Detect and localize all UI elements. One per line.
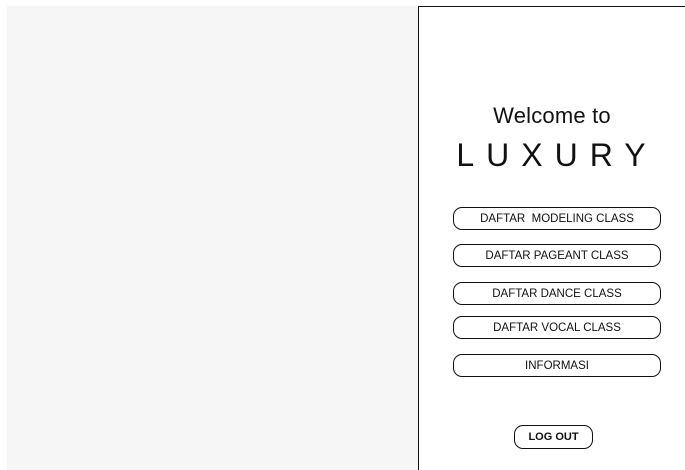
brand-title: LUXURY xyxy=(456,137,658,173)
empty-content-pane xyxy=(7,6,418,470)
welcome-heading: Welcome to xyxy=(493,103,611,128)
daftar-pageant-class-button[interactable]: DAFTAR PAGEANT CLASS xyxy=(453,244,661,267)
side-menu-panel: Welcome to LUXURY DAFTAR MODELING CLASS … xyxy=(418,6,685,470)
informasi-button[interactable]: INFORMASI xyxy=(453,354,661,377)
daftar-dance-class-button[interactable]: DAFTAR DANCE CLASS xyxy=(453,282,661,305)
daftar-vocal-class-button[interactable]: DAFTAR VOCAL CLASS xyxy=(453,316,661,339)
app-window: Welcome to LUXURY DAFTAR MODELING CLASS … xyxy=(0,0,685,470)
daftar-modeling-class-button[interactable]: DAFTAR MODELING CLASS xyxy=(453,207,661,230)
logout-button[interactable]: LOG OUT xyxy=(514,425,593,449)
